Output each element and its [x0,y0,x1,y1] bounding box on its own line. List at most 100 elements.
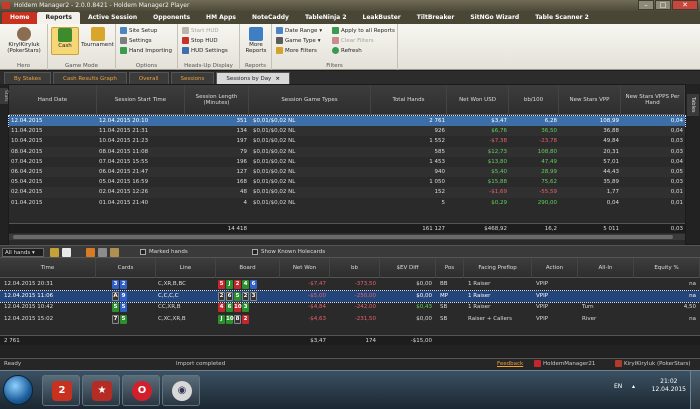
taskbar-holdem-manager[interactable]: 2 [42,375,80,406]
stats-panel-toggle[interactable]: Stats [0,88,8,104]
col-session-start[interactable]: Session Start Time [97,85,185,115]
table-row[interactable]: 10.04.2015 10.04.2015 21:23 197 $0,01/$0,02… [9,136,685,146]
hands-filter-select[interactable]: All hands ▾ [2,248,44,257]
col-all-in[interactable]: All-In [578,258,634,278]
menu-tab-table-scanner[interactable]: Table Scanner 2 [527,12,597,24]
taskbar-app[interactable]: ◉ [162,375,200,406]
tab-sessions[interactable]: Sessions [170,72,215,84]
col-facing-preflop[interactable]: Facing Preflop [464,258,532,278]
col-session-length[interactable]: Session Length (Minutes) [185,85,249,115]
tab-overall[interactable]: Overall [128,72,169,84]
game-type-button[interactable]: Game Type ▾ [276,37,321,44]
col-line[interactable]: Line [156,258,216,278]
replay-icon[interactable] [50,248,59,257]
more-reports-button[interactable]: More Reports [242,27,270,55]
col-vpp-per-hand[interactable]: New Stars VPPS Per Hand [621,85,685,115]
feedback-link[interactable]: Feedback [497,359,523,370]
marked-hands-checkbox[interactable] [140,249,146,255]
col-bb[interactable]: bb [330,258,380,278]
close-tab-icon[interactable]: × [275,76,280,82]
clear-filters-button[interactable]: Clear Filters [332,37,374,44]
minimize-button[interactable]: – [638,0,654,10]
hand-row[interactable]: 12.04.2015 11:06 C,C,C,C -$5,00 -250,00 $0,0… [0,289,700,303]
site-setup-button[interactable]: Site Setup [120,27,157,34]
col-vpp[interactable]: New Stars VPP [559,85,621,115]
hud-settings-button[interactable]: HUD Settings [182,47,228,54]
col-pos[interactable]: Pos [436,258,464,278]
total-net-won: $468,92 [484,226,507,232]
menu-tab-tiltbreaker[interactable]: TiltBreaker [409,12,463,24]
taskbar-clock[interactable]: 21:02 12.04.2015 [652,378,686,394]
tables-panel-toggle[interactable]: Tables [687,94,699,116]
menu-tab-leakbuster[interactable]: LeakBuster [355,12,409,24]
table-row[interactable]: 05.04.2015 05.04.2015 16:59 168 $0,01/$0,02… [9,177,685,187]
taskbar-opera[interactable]: O [122,375,160,406]
hero-selector[interactable]: KiryIKiryIuk (PokerStars) [4,27,44,55]
col-ev-diff[interactable]: $EV Diff [380,258,436,278]
tab-by-stakes[interactable]: By Stakes [4,72,52,84]
menu-tab-sitngo-wizard[interactable]: SitNGo Wizard [462,12,527,24]
hand-cell-won: -$5,00 [308,292,326,299]
close-button[interactable]: ✕ [672,0,698,10]
col-action[interactable]: Action [532,258,578,278]
col-time[interactable]: Time [0,258,96,278]
table-row[interactable]: 08.04.2015 08.04.2015 11:08 79 $0,01/$0,02 … [9,146,685,157]
hand-row[interactable]: 12.04.2015 10:42 CC,XR,B -$4,84 -242,00 $0,4… [0,302,700,314]
tray-arrow-icon[interactable]: ▴ [632,383,635,409]
menu-tab-notecaddy[interactable]: NoteCaddy [244,12,297,24]
language-indicator[interactable]: EN [614,383,622,409]
refresh-button[interactable]: Refresh [332,47,362,54]
menu-tab-hm-apps[interactable]: HM Apps [198,12,244,24]
hand-row[interactable]: 12.04.2015 20:31 C,XR,B,BC -$7,47 -373,50 $0… [0,279,700,291]
col-net-won-hands[interactable]: Net Won [280,258,330,278]
table-row[interactable]: 11.04.2015 11.04.2015 21:31 134 $0,01/$0,02… [9,126,685,137]
col-bb100[interactable]: bb/100 [509,85,559,115]
menu-tab-opponents[interactable]: Opponents [145,12,198,24]
col-board[interactable]: Board [216,258,280,278]
table-row[interactable]: 12.04.2015 12.04.2015 20:10 351 $0,01/$0,02… [8,114,686,128]
start-button[interactable] [3,375,33,405]
hand-cell-action: VPIP [536,315,549,322]
table-row[interactable]: 01.04.2015 01.04.2015 21:40 4 $0,01/$0,02 N… [9,198,685,208]
table-row[interactable]: 06.04.2015 06.04.2015 21:47 127 $0,01/$0,02… [9,167,685,178]
tournament-mode-button[interactable]: Tournament [81,27,114,55]
table-row[interactable]: 02.04.2015 02.04.2015 12:26 48 $0,01/$0,02 … [9,187,685,198]
card-icon[interactable] [62,248,71,257]
hand-importing-button[interactable]: Hand Importing [120,47,172,54]
hand-row[interactable]: 12.04.2015 15:02 C,XC,XR,B -$4,63 -231,50 $0… [0,314,700,326]
start-hud-button[interactable]: Start HUD [182,27,219,34]
scrollbar-thumb[interactable] [13,235,673,239]
table-row[interactable]: 07.04.2015 07.04.2015 15:55 196 $0,01/$0,02… [9,157,685,167]
cell-hands: 152 [434,189,446,196]
horizontal-scrollbar[interactable] [9,234,685,240]
col-total-hands[interactable]: Total Hands [371,85,447,115]
status-user: KiryIKiryIuk (PokerStars) [615,359,691,370]
settings-button[interactable]: Settings [120,37,152,44]
cash-mode-button[interactable]: Cash [51,27,79,55]
menu-tab-reports[interactable]: Reports [37,12,80,24]
menu-tab-tableninja[interactable]: TableNinja 2 [297,12,355,24]
cell-start: 12.04.2015 20:10 [99,118,149,124]
col-cards[interactable]: Cards [96,258,156,278]
taskbar-pokerstars[interactable]: ★ [82,375,120,406]
export-icon[interactable] [98,248,107,257]
more-filters-button[interactable]: More Filters [276,47,317,54]
show-known-holecards-checkbox[interactable] [252,249,258,255]
col-equity[interactable]: Equity % [634,258,700,278]
trophy-small-icon[interactable] [110,248,119,257]
apply-all-reports-button[interactable]: Apply to all Reports [332,27,395,34]
chart-icon[interactable] [86,248,95,257]
stop-hud-button[interactable]: Stop HUD [182,37,218,44]
menu-tab-home[interactable]: Home [2,12,38,24]
show-desktop-button[interactable] [690,371,700,409]
tab-sessions-by-day[interactable]: Sessions by Day × [216,72,290,84]
hand-cell-time: 12.04.2015 11:06 [4,292,54,299]
col-net-won[interactable]: Net Won USD [447,85,509,115]
tab-cash-results-graph[interactable]: Cash Results Graph [53,72,127,84]
col-session-game-types[interactable]: Session Game Types [249,85,371,115]
cell-start: 11.04.2015 21:31 [99,128,149,135]
col-hand-date[interactable]: Hand Date [9,85,97,115]
maximize-button[interactable]: □ [655,0,671,10]
date-range-button[interactable]: Date Range ▾ [276,27,322,34]
menu-tab-active-session[interactable]: Active Session [80,12,145,24]
